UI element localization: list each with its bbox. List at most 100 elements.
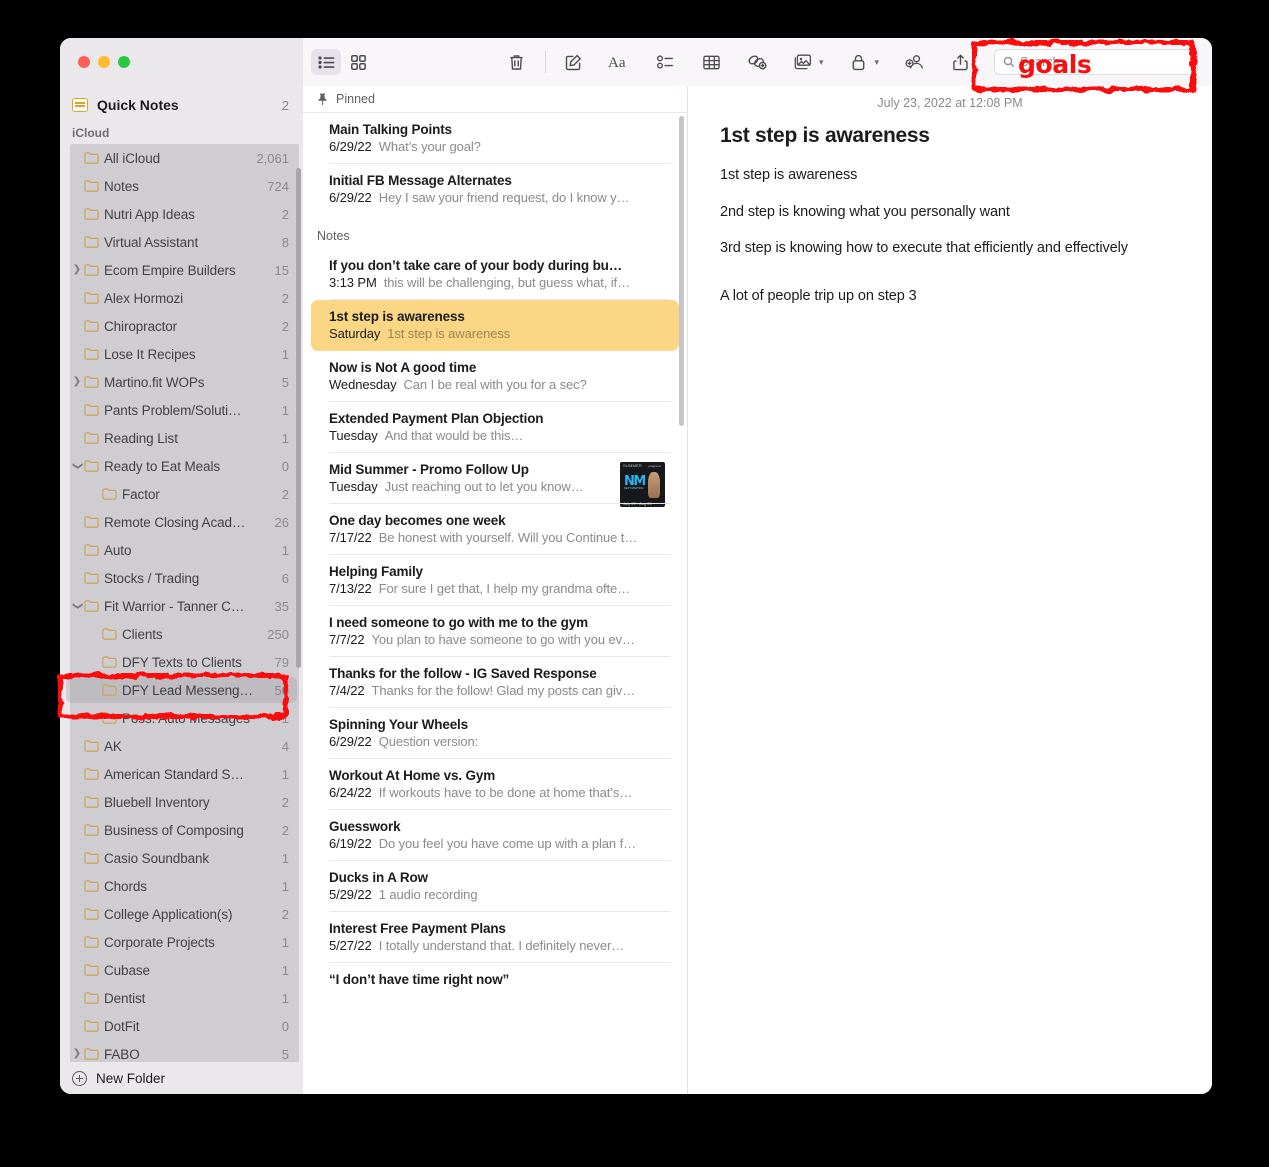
folder-icon [102,488,122,500]
note-list[interactable]: Pinned Main Talking Points 6/29/22 What’s … [303,86,688,1094]
note-item-preview: And that would be this… [384,428,524,443]
sidebar-item-fit-warrior-tanner-c[interactable]: ❯ Fit Warrior - Tanner C… 35 [60,592,303,620]
sidebar-item-stocks-trading[interactable]: Stocks / Trading 6 [60,564,303,592]
sidebar-item-dotfit[interactable]: DotFit 0 [60,1012,303,1040]
note-paragraph: 1st step is awareness [720,167,858,183]
note-item-preview: Just reaching out to let you know… [384,479,584,494]
sidebar-item-virtual-assistant[interactable]: Virtual Assistant 8 [60,228,303,256]
sidebar-item-all-icloud[interactable]: All iCloud 2,061 [60,144,303,172]
note-list-item[interactable]: Guesswork 6/19/22 Do you feel you have com… [303,810,687,861]
list-view-icon[interactable] [311,49,341,75]
chevron-right-icon[interactable]: ❯ [70,1049,84,1059]
maximize-button[interactable] [118,56,130,68]
sidebar-item-pants-problem-soluti[interactable]: Pants Problem/Soluti… 1 [60,396,303,424]
note-body[interactable]: 1st step is awareness 2nd step is knowing… [718,166,1182,306]
sidebar-item-business-of-composing[interactable]: Business of Composing 2 [60,816,303,844]
chevron-down-icon[interactable]: ❯ [72,599,83,613]
sidebar-item-casio-soundbank[interactable]: Casio Soundbank 1 [60,844,303,872]
sidebar-item-alex-hormozi[interactable]: Alex Hormozi 2 [60,284,303,312]
note-list-item[interactable]: One day becomes one week 7/17/22 Be honest… [303,504,687,555]
gallery-view-icon[interactable] [343,49,373,75]
sidebar-scrollbar[interactable] [296,168,301,668]
sidebar-folder-list[interactable]: All iCloud 2,061 Notes 724 Nutri App Ideas 2 V… [60,144,303,1062]
close-button[interactable] [78,56,90,68]
note-list-item[interactable]: Mid Summer - Promo Follow Up Tuesday Just … [303,453,687,507]
sidebar-item-bluebell-inventory[interactable]: Bluebell Inventory 2 [60,788,303,816]
sidebar-item-reading-list[interactable]: Reading List 1 [60,424,303,452]
table-icon[interactable] [696,49,726,75]
sidebar-item-factor[interactable]: Factor 2 [60,480,303,508]
note-item-preview: this will be challenging, but guess what… [383,275,630,290]
sidebar-item-count: 250 [267,626,289,642]
note-list-item[interactable]: Ducks in A Row 5/29/22 1 audio recording [303,861,687,912]
note-list-item[interactable]: Main Talking Points 6/29/22 What’s your go… [303,113,687,164]
note-item-title: One day becomes one week [329,513,506,528]
sidebar-item-american-standard-s[interactable]: American Standard S… 1 [60,760,303,788]
sidebar-item-label: Casio Soundbank [104,850,210,866]
note-list-scrollbar[interactable] [679,116,684,426]
sidebar-item-college-application-s[interactable]: College Application(s) 2 [60,900,303,928]
note-item-text: Guesswork 6/19/22 Do you feel you have com… [329,819,665,851]
sidebar-item-label: College Application(s) [104,906,233,922]
note-list-item[interactable]: Extended Payment Plan Objection Tuesday An… [303,402,687,453]
sidebar-item-ak[interactable]: AK 4 [60,732,303,760]
sidebar-item-lose-it-recipes[interactable]: Lose It Recipes 1 [60,340,303,368]
note-list-item[interactable]: Helping Family 7/13/22 For sure I get that… [303,555,687,606]
share-icon[interactable] [945,49,975,75]
sidebar-item-dfy-lead-messeng[interactable]: DFY Lead Messeng… 50 [60,676,303,704]
trash-icon[interactable] [501,49,531,75]
note-detail[interactable]: July 23, 2022 at 12:08 PM 1st step is aw… [688,86,1212,1094]
chevron-down-icon[interactable]: ❯ [72,459,83,473]
sidebar-item-count: 15 [274,262,289,278]
sidebar-item-chords[interactable]: Chords 1 [60,872,303,900]
chevron-down-icon-media[interactable]: ▾ [819,57,824,68]
note-item-meta: Tuesday And that would be this… [329,428,665,443]
new-folder-button[interactable]: New Folder [60,1062,303,1094]
sidebar-item-cubase[interactable]: Cubase 1 [60,956,303,984]
checklist-icon[interactable] [650,49,680,75]
note-item-date: 6/19/22 [329,836,372,851]
note-item-title: Guesswork [329,819,401,834]
note-list-item[interactable]: Initial FB Message Alternates 6/29/22 Hey … [303,164,687,215]
note-list-item[interactable]: If you don’t take care of your body duri… [303,249,687,300]
minimize-button[interactable] [98,56,110,68]
sidebar-item-nutri-app-ideas[interactable]: Nutri App Ideas 2 [60,200,303,228]
sidebar-item-label: Factor [122,486,160,502]
chevron-right-icon[interactable]: ❯ [70,377,84,387]
note-list-item[interactable]: 1st step is awareness Saturday 1st step is… [311,300,679,351]
sidebar-item-notes[interactable]: Notes 724 [60,172,303,200]
sidebar-item-remote-closing-acad[interactable]: Remote Closing Acad… 26 [60,508,303,536]
note-list-item[interactable]: I need someone to go with me to the gym 7… [303,606,687,657]
sidebar-item-corporate-projects[interactable]: Corporate Projects 1 [60,928,303,956]
format-text-icon[interactable]: Aa [604,49,634,75]
quick-notes-label: Quick Notes [97,97,179,113]
link-icon[interactable] [742,49,772,75]
sidebar-item-chiropractor[interactable]: Chiropractor 2 [60,312,303,340]
note-list-item[interactable]: “I don’t have time right now” [303,963,687,999]
sidebar-item-auto[interactable]: Auto 1 [60,536,303,564]
lock-icon[interactable] [844,49,874,75]
sidebar-item-dentist[interactable]: Dentist 1 [60,984,303,1012]
sidebar-item-ready-to-eat-meals[interactable]: ❯ Ready to Eat Meals 0 [60,452,303,480]
sidebar-item-quick-notes[interactable]: Quick Notes 2 [60,90,303,120]
note-list-body[interactable]: Main Talking Points 6/29/22 What’s your go… [303,113,687,999]
sidebar-item-martino-fit-wops[interactable]: ❯ Martino.fit WOPs 5 [60,368,303,396]
sidebar-item-clients[interactable]: Clients 250 [60,620,303,648]
chevron-down-icon-lock[interactable]: ▾ [875,57,880,68]
sidebar-item-label: Virtual Assistant [104,234,199,250]
add-people-icon[interactable] [899,49,929,75]
note-list-item[interactable]: Thanks for the follow - IG Saved Respons… [303,657,687,708]
compose-note-icon[interactable] [558,49,588,75]
sidebar-item-fabo[interactable]: ❯ FABO 5 [60,1040,303,1062]
sidebar-item-poss-auto-messages[interactable]: Poss. Auto Messages 1 [60,704,303,732]
chevron-right-icon[interactable]: ❯ [70,265,84,275]
note-list-item[interactable]: Interest Free Payment Plans 5/27/22 I tota… [303,912,687,963]
note-list-item[interactable]: Now is Not A good time Wednesday Can I be … [303,351,687,402]
note-list-item[interactable]: Workout At Home vs. Gym 6/24/22 If workout… [303,759,687,810]
sidebar-item-label: Bluebell Inventory [104,794,210,810]
media-icon[interactable] [788,49,818,75]
sidebar-item-ecom-empire-builders[interactable]: ❯ Ecom Empire Builders 15 [60,256,303,284]
note-list-item[interactable]: Spinning Your Wheels 6/29/22 Question vers… [303,708,687,759]
sidebar-item-label: Poss. Auto Messages [122,710,250,726]
sidebar-item-dfy-texts-to-clients[interactable]: DFY Texts to Clients 79 [60,648,303,676]
